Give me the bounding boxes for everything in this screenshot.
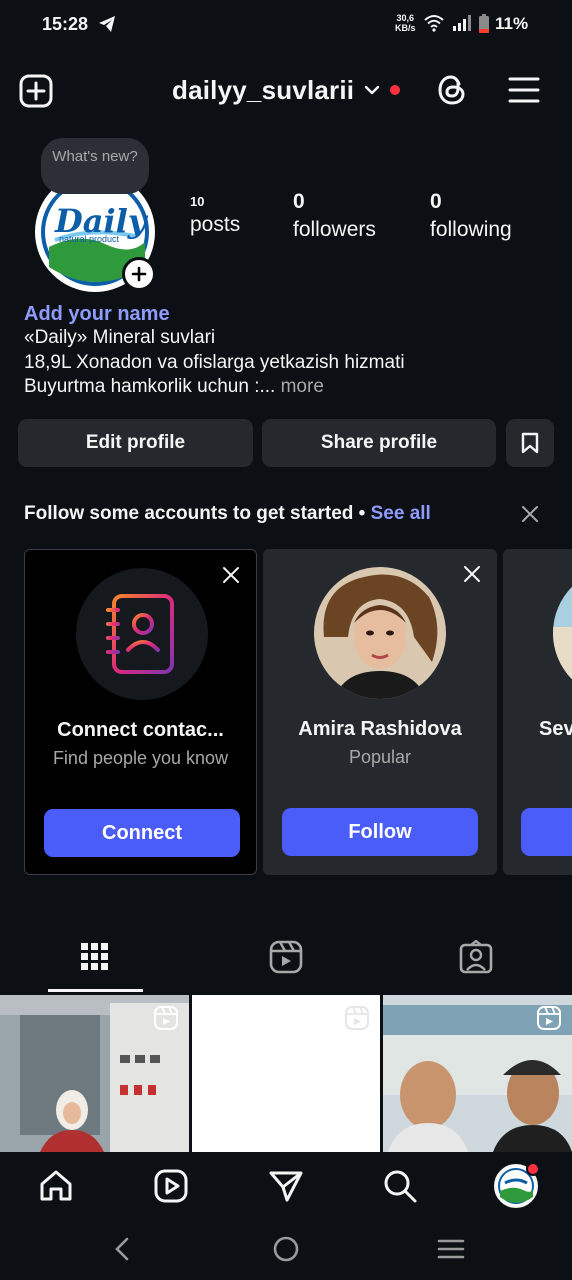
battery-icon <box>479 14 489 33</box>
suggested-account-card[interactable]: Sev <box>503 549 572 875</box>
bio-line-2: 18,9L Xonadon va ofislarga yetkazish hiz… <box>24 351 405 373</box>
saved-button[interactable] <box>506 419 554 467</box>
wifi-icon <box>424 15 444 32</box>
home-icon <box>40 1170 72 1201</box>
account-switcher[interactable]: dailyy_suvlarii <box>172 74 401 106</box>
reels-icon <box>269 940 303 974</box>
connect-contacts-card: Connect contac... Find people you know C… <box>24 549 257 875</box>
chevron-down-icon <box>365 85 380 95</box>
connect-button[interactable]: Connect <box>44 809 240 857</box>
tab-tagged[interactable] <box>381 935 571 993</box>
threads-icon[interactable] <box>436 73 468 107</box>
profile-header: dailyy_suvlarii <box>0 68 572 112</box>
search-icon <box>384 1170 417 1203</box>
notification-dot <box>390 85 401 95</box>
post-thumbnail[interactable] <box>383 995 572 1152</box>
bookmark-icon <box>521 432 539 454</box>
nav-profile[interactable] <box>493 1162 540 1209</box>
suggested-avatar[interactable] <box>314 567 446 699</box>
suggestions-title: Follow some accounts to get started <box>24 503 354 524</box>
nav-home[interactable] <box>36 1166 76 1206</box>
net-speed-value: 30,6 <box>396 13 415 23</box>
hamburger-menu-icon[interactable] <box>508 76 540 104</box>
followers-count: 0 <box>293 190 305 213</box>
back-icon[interactable] <box>108 1234 138 1264</box>
posts-stat: 10 posts <box>190 190 240 237</box>
edit-profile-button[interactable]: Edit profile <box>18 419 253 467</box>
reels-icon <box>154 1169 188 1203</box>
nav-reels[interactable] <box>151 1166 191 1206</box>
following-label: following <box>430 218 512 241</box>
profile-actions: Edit profile Share profile <box>18 419 554 467</box>
bio-more-link[interactable]: more <box>275 376 324 397</box>
bio-line-3: Buyurtma hamkorlik uchun :... more <box>24 375 554 400</box>
tab-posts-grid[interactable] <box>0 935 190 993</box>
net-speed-unit: KB/s <box>395 23 416 33</box>
battery-percent: 11% <box>495 14 529 33</box>
tagged-person-icon <box>459 940 493 974</box>
bottom-navigation <box>0 1152 572 1220</box>
signal-icon <box>453 15 471 31</box>
contacts-book-icon <box>76 568 208 700</box>
system-navigation <box>0 1220 572 1280</box>
profile-tabs <box>0 935 572 993</box>
card-subtitle: Popular <box>348 747 412 767</box>
suggestions-separator: • <box>353 503 371 524</box>
follow-button[interactable] <box>521 808 572 856</box>
close-suggestions-icon[interactable] <box>520 504 540 524</box>
reel-badge-icon <box>537 1006 561 1030</box>
following-stat[interactable]: 0 following <box>430 190 512 242</box>
bio-line-1: «Daily» Mineral suvlari <box>24 327 216 348</box>
see-all-link[interactable]: See all <box>371 503 431 524</box>
dismiss-card-icon[interactable] <box>222 566 240 584</box>
create-plus-icon[interactable] <box>19 74 53 108</box>
suggested-account-card[interactable]: Amira Rashidova Popular Follow <box>263 549 497 875</box>
status-time: 15:28 <box>42 14 89 34</box>
grid-icon <box>81 943 108 970</box>
send-icon <box>269 1171 303 1202</box>
profile-notification-dot <box>526 1162 540 1176</box>
plus-icon <box>131 266 147 282</box>
active-tab-indicator <box>48 989 143 992</box>
reel-badge-icon <box>154 1006 178 1030</box>
posts-grid <box>0 995 572 1152</box>
avatar-brand-subtext: natural product <box>59 234 120 244</box>
profile-bio: Add your name «Daily» Mineral suvlari 18… <box>24 302 554 400</box>
share-profile-button[interactable]: Share profile <box>262 419 496 467</box>
card-title: Sev <box>539 718 572 740</box>
bio-line-3-text: Buyurtma hamkorlik uchun :... <box>24 376 276 397</box>
post-thumbnail[interactable] <box>0 995 189 1152</box>
following-count: 0 <box>430 190 442 213</box>
recents-icon[interactable] <box>436 1234 466 1264</box>
tab-reels[interactable] <box>191 935 381 993</box>
nav-direct[interactable] <box>266 1166 306 1206</box>
add-story-button[interactable] <box>122 257 156 291</box>
add-name-link[interactable]: Add your name <box>24 302 554 326</box>
posts-label: posts <box>190 213 241 236</box>
suggested-avatar[interactable] <box>553 567 572 699</box>
card-title: Amira Rashidova <box>298 718 462 740</box>
telegram-icon <box>99 16 115 32</box>
nav-search[interactable] <box>380 1166 420 1206</box>
status-bar: 15:28 30,6 KB/s 11% <box>0 0 572 50</box>
followers-label: followers <box>293 218 376 241</box>
follow-button[interactable]: Follow <box>282 808 478 856</box>
posts-count: 10 <box>190 194 205 209</box>
followers-stat[interactable]: 0 followers <box>293 190 376 242</box>
card-title: Connect contac... <box>57 719 224 741</box>
home-circle-icon[interactable] <box>271 1234 301 1264</box>
card-subtitle: Find people you know <box>52 748 229 768</box>
reel-badge-icon <box>345 1006 369 1030</box>
username: dailyy_suvlarii <box>172 74 355 105</box>
network-speed: 30,6 KB/s <box>395 13 416 33</box>
post-thumbnail[interactable] <box>192 995 380 1152</box>
notes-bubble[interactable]: What's new? <box>41 138 149 194</box>
dismiss-card-icon[interactable] <box>463 565 481 583</box>
suggestions-heading: Follow some accounts to get started • Se… <box>24 503 554 529</box>
